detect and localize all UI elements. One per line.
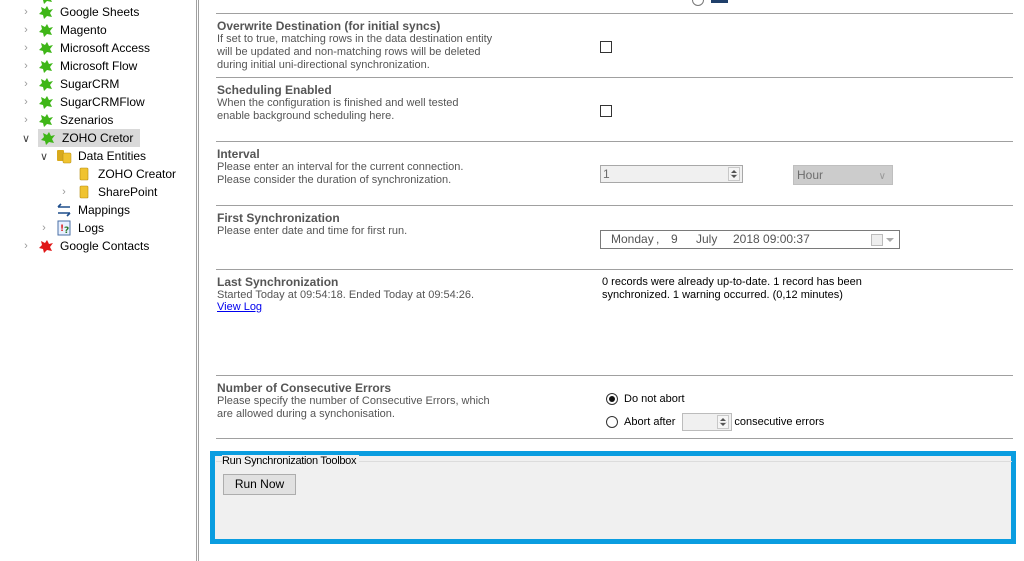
settings-panel: Overwrite Destination (for initial syncs…	[204, 0, 1024, 561]
tree-item-sharepoint[interactable]: › SharePoint	[58, 183, 164, 201]
divider	[216, 205, 1013, 206]
chevron-right-icon[interactable]: ›	[58, 186, 70, 198]
radio-do-not-abort[interactable]: Do not abort	[606, 391, 685, 407]
tree-item-label: Szenarios	[60, 113, 114, 127]
tree-item-label: SugarCRM	[60, 77, 120, 91]
divider	[216, 269, 1013, 270]
radio-partial[interactable]	[692, 0, 704, 6]
link-icon-partial	[711, 0, 728, 3]
plugin-green-icon	[38, 4, 54, 20]
chevron-down-icon[interactable]: ∨	[20, 132, 32, 145]
consecutive-errors-description: Please specify the number of Consecutive…	[217, 395, 490, 420]
tree-item-zoho-cretor[interactable]: ∨ ZOHO Cretor	[20, 129, 141, 147]
plugin-green-icon	[38, 22, 54, 38]
interval-description: Please enter an interval for the current…	[217, 161, 464, 186]
radio-abort-after[interactable]: Abort after consecutive errors	[606, 412, 824, 432]
chevron-right-icon[interactable]: ›	[38, 222, 50, 234]
chevron-right-icon[interactable]: ›	[20, 60, 32, 72]
tree-item-label: Microsoft Flow	[60, 59, 138, 73]
divider	[216, 141, 1013, 142]
tree-item-label: Magento	[60, 23, 107, 37]
database-icon	[76, 184, 92, 200]
abort-after-count-input[interactable]	[682, 413, 733, 431]
plugin-green-icon	[38, 112, 54, 128]
chevron-right-icon[interactable]: ›	[20, 24, 32, 36]
tree-item-label: Mappings	[78, 203, 131, 217]
overwrite-checkbox[interactable]	[600, 41, 612, 53]
tree-item-label: Logs	[78, 221, 105, 235]
divider	[216, 13, 1013, 14]
tree-item-microsoft-flow[interactable]: › Microsoft Flow	[20, 57, 144, 75]
tree-item-label: SugarCRMFlow	[60, 95, 145, 109]
tree-item-sugarcrmflow[interactable]: › SugarCRMFlow	[20, 93, 152, 111]
run-toolbox-title: Run Synchronization Toolbox	[222, 455, 360, 467]
consecutive-errors-title: Number of Consecutive Errors	[217, 381, 392, 395]
abort-after-spinner[interactable]	[717, 415, 730, 429]
chevron-down-icon[interactable]: ∨	[38, 150, 50, 163]
overwrite-title: Overwrite Destination (for initial syncs…	[217, 19, 441, 33]
last-sync-result: 0 records were already up-to-date. 1 rec…	[602, 276, 862, 301]
chevron-right-icon[interactable]: ›	[20, 6, 32, 18]
divider	[216, 77, 1013, 78]
chevron-down-icon: ∨	[878, 171, 886, 182]
tree-item-mappings[interactable]: Mappings	[38, 201, 137, 219]
last-sync-title: Last Synchronization	[217, 275, 339, 289]
divider	[216, 375, 1013, 376]
tree-item-magento[interactable]: › Magento	[20, 21, 114, 39]
plugin-red-icon	[38, 238, 54, 254]
plugin-green-icon	[38, 40, 54, 56]
navigation-tree: › Google Sheets › Magento › Microsoft Ac…	[0, 0, 196, 561]
plugin-green-icon	[40, 130, 56, 146]
tree-item-microsoft-access[interactable]: › Microsoft Access	[20, 39, 157, 57]
interval-title: Interval	[217, 147, 260, 161]
tree-item-sugarcrm[interactable]: › SugarCRM	[20, 75, 126, 93]
chevron-right-icon[interactable]: ›	[20, 240, 32, 252]
divider	[216, 438, 1013, 439]
panel-splitter[interactable]	[196, 0, 199, 561]
tree-item-label: Microsoft Access	[60, 41, 151, 55]
first-sync-datetime-picker[interactable]: Monday , 9 July 2018 09:00:37	[600, 230, 900, 249]
tree-item-label: ZOHO Cretor	[62, 131, 134, 145]
tree-item-google-sheets[interactable]: › Google Sheets	[20, 3, 146, 21]
plugin-green-icon	[38, 58, 54, 74]
dropdown-arrow-icon[interactable]	[886, 238, 894, 242]
scheduling-title: Scheduling Enabled	[217, 83, 332, 97]
tree-item-label: Google Sheets	[60, 5, 140, 19]
mappings-icon	[56, 202, 72, 218]
plugin-green-icon	[38, 94, 54, 110]
tree-item-logs[interactable]: › !? Logs	[38, 219, 111, 237]
radio-button-checked[interactable]	[606, 393, 618, 405]
chevron-right-icon[interactable]: ›	[20, 114, 32, 126]
overwrite-description: If set to true, matching rows in the dat…	[217, 33, 493, 71]
tree-item-data-entities[interactable]: ∨ Data Entities	[38, 147, 153, 165]
chevron-right-icon[interactable]: ›	[20, 96, 32, 108]
interval-value-input[interactable]: 1	[600, 165, 743, 183]
database-group-icon	[56, 148, 72, 164]
calendar-icon[interactable]	[871, 234, 883, 246]
tree-item-label: ZOHO Creator	[98, 167, 177, 181]
tree-item-zoho-creator[interactable]: ZOHO Creator	[58, 165, 183, 183]
interval-spinner[interactable]	[728, 167, 740, 181]
interval-unit-select[interactable]: Hour ∨	[793, 165, 893, 185]
tree-item-label: Data Entities	[78, 149, 147, 163]
logs-icon: !?	[56, 220, 72, 236]
chevron-right-icon[interactable]: ›	[20, 78, 32, 90]
first-sync-description: Please enter date and time for first run…	[217, 225, 408, 237]
database-icon	[76, 166, 92, 182]
svg-text:?: ?	[64, 226, 69, 236]
plugin-green-icon	[38, 76, 54, 92]
radio-button[interactable]	[606, 416, 618, 428]
chevron-right-icon[interactable]: ›	[20, 42, 32, 54]
tree-item-label: Google Contacts	[60, 239, 150, 253]
tree-item-google-contacts[interactable]: › Google Contacts	[20, 237, 156, 255]
tree-item-szenarios[interactable]: › Szenarios	[20, 111, 120, 129]
scheduling-checkbox[interactable]	[600, 105, 612, 117]
tree-item-label: SharePoint	[98, 185, 158, 199]
run-now-button[interactable]: Run Now	[223, 474, 296, 495]
scheduling-description: When the configuration is finished and w…	[217, 97, 459, 122]
first-sync-title: First Synchronization	[217, 211, 340, 225]
view-log-link[interactable]: View Log	[217, 301, 262, 314]
